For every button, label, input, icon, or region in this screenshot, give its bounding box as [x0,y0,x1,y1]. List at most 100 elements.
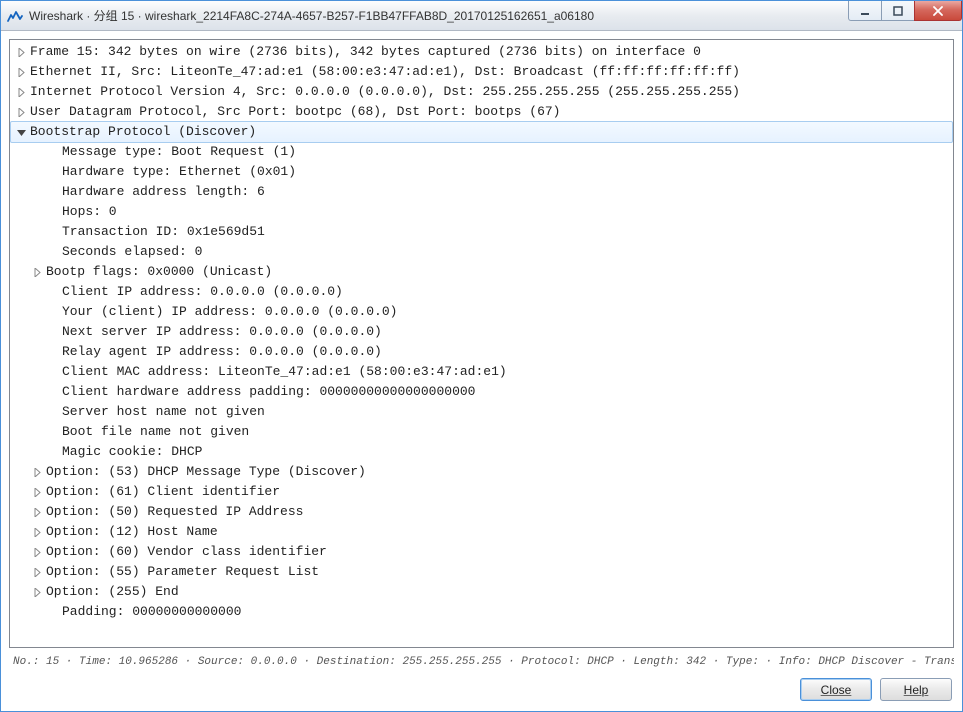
expand-icon[interactable] [30,465,44,479]
spacer [46,305,60,319]
tree-magic[interactable]: Magic cookie: DHCP [10,442,953,462]
tree-label: Hops: 0 [62,202,117,222]
tree-label: Option: (55) Parameter Request List [46,562,319,582]
spacer [46,425,60,439]
tree-label: Internet Protocol Version 4, Src: 0.0.0.… [30,82,740,102]
tree-relay[interactable]: Relay agent IP address: 0.0.0.0 (0.0.0.0… [10,342,953,362]
tree-opt60[interactable]: Option: (60) Vendor class identifier [10,542,953,562]
collapse-icon[interactable] [14,125,28,139]
spacer [46,365,60,379]
tree-label: Client MAC address: LiteonTe_47:ad:e1 (5… [62,362,507,382]
spacer [46,185,60,199]
tree-opt12[interactable]: Option: (12) Host Name [10,522,953,542]
tree-label: Transaction ID: 0x1e569d51 [62,222,265,242]
spacer [46,285,60,299]
tree-label: Bootp flags: 0x0000 (Unicast) [46,262,272,282]
tree-client-mac[interactable]: Client MAC address: LiteonTe_47:ad:e1 (5… [10,362,953,382]
expand-icon[interactable] [30,565,44,579]
app-window: Wireshark · 分组 15 · wireshark_2214FA8C-2… [0,0,963,712]
tree-your-ip[interactable]: Your (client) IP address: 0.0.0.0 (0.0.0… [10,302,953,322]
spacer [46,205,60,219]
spacer [46,165,60,179]
maximize-button[interactable] [881,1,915,21]
tree-flags[interactable]: Bootp flags: 0x0000 (Unicast) [10,262,953,282]
tree-label: Server host name not given [62,402,265,422]
spacer [46,405,60,419]
tree-hops[interactable]: Hops: 0 [10,202,953,222]
tree-opt55[interactable]: Option: (55) Parameter Request List [10,562,953,582]
tree-label: Option: (12) Host Name [46,522,218,542]
expand-icon[interactable] [30,505,44,519]
spacer [46,605,60,619]
expand-icon[interactable] [30,545,44,559]
spacer [46,345,60,359]
window-title: Wireshark · 分组 15 · wireshark_2214FA8C-2… [29,7,849,24]
packet-details-tree[interactable]: Frame 15: 342 bytes on wire (2736 bits),… [9,39,954,648]
tree-opt53[interactable]: Option: (53) DHCP Message Type (Discover… [10,462,953,482]
expand-icon[interactable] [30,485,44,499]
tree-label: Frame 15: 342 bytes on wire (2736 bits),… [30,42,701,62]
tree-label: Next server IP address: 0.0.0.0 (0.0.0.0… [62,322,382,342]
tree-opt50[interactable]: Option: (50) Requested IP Address [10,502,953,522]
tree-udp[interactable]: User Datagram Protocol, Src Port: bootpc… [10,102,953,122]
tree-label: Option: (255) End [46,582,179,602]
tree-trans-id[interactable]: Transaction ID: 0x1e569d51 [10,222,953,242]
tree-msg-type[interactable]: Message type: Boot Request (1) [10,142,953,162]
tree-label: Option: (50) Requested IP Address [46,502,303,522]
tree-label: Option: (60) Vendor class identifier [46,542,327,562]
tree-client-ip[interactable]: Client IP address: 0.0.0.0 (0.0.0.0) [10,282,953,302]
tree-label: Option: (53) DHCP Message Type (Discover… [46,462,366,482]
expand-icon[interactable] [30,585,44,599]
spacer [46,145,60,159]
tree-label: User Datagram Protocol, Src Port: bootpc… [30,102,561,122]
tree-secs[interactable]: Seconds elapsed: 0 [10,242,953,262]
tree-label: Message type: Boot Request (1) [62,142,296,162]
tree-ip[interactable]: Internet Protocol Version 4, Src: 0.0.0.… [10,82,953,102]
tree-next-server[interactable]: Next server IP address: 0.0.0.0 (0.0.0.0… [10,322,953,342]
tree-boot-file[interactable]: Boot file name not given [10,422,953,442]
close-window-button[interactable] [914,1,962,21]
tree-label: Seconds elapsed: 0 [62,242,202,262]
window-controls [849,1,962,30]
expand-icon[interactable] [14,65,28,79]
tree-hw-padding[interactable]: Client hardware address padding: 0000000… [10,382,953,402]
titlebar[interactable]: Wireshark · 分组 15 · wireshark_2214FA8C-2… [1,1,962,31]
tree-label: Ethernet II, Src: LiteonTe_47:ad:e1 (58:… [30,62,740,82]
tree-hw-len[interactable]: Hardware address length: 6 [10,182,953,202]
expand-icon[interactable] [30,265,44,279]
spacer [46,385,60,399]
spacer [46,325,60,339]
tree-opt255[interactable]: Option: (255) End [10,582,953,602]
expand-icon[interactable] [14,105,28,119]
tree-label: Hardware address length: 6 [62,182,265,202]
expand-icon[interactable] [14,45,28,59]
spacer [46,245,60,259]
spacer [46,225,60,239]
tree-label: Option: (61) Client identifier [46,482,280,502]
tree-label: Hardware type: Ethernet (0x01) [62,162,296,182]
tree-label: Padding: 00000000000000 [62,602,241,622]
tree-label: Client hardware address padding: 0000000… [62,382,475,402]
tree-bootp[interactable]: Bootstrap Protocol (Discover) [10,121,953,143]
tree-ethernet[interactable]: Ethernet II, Src: LiteonTe_47:ad:e1 (58:… [10,62,953,82]
tree-server-name[interactable]: Server host name not given [10,402,953,422]
tree-label: Client IP address: 0.0.0.0 (0.0.0.0) [62,282,343,302]
tree-label: Bootstrap Protocol (Discover) [30,122,256,142]
tree-label: Your (client) IP address: 0.0.0.0 (0.0.0… [62,302,397,322]
wireshark-icon [7,8,23,24]
expand-icon[interactable] [14,85,28,99]
tree-label: Magic cookie: DHCP [62,442,202,462]
help-button[interactable]: Help [880,678,952,701]
tree-hw-type[interactable]: Hardware type: Ethernet (0x01) [10,162,953,182]
tree-frame[interactable]: Frame 15: 342 bytes on wire (2736 bits),… [10,42,953,62]
tree-padding[interactable]: Padding: 00000000000000 [10,602,953,622]
content-area: Frame 15: 342 bytes on wire (2736 bits),… [1,31,962,711]
tree-label: Boot file name not given [62,422,249,442]
dialog-buttons: Close Help [9,672,954,703]
close-button[interactable]: Close [800,678,872,701]
tree-opt61[interactable]: Option: (61) Client identifier [10,482,953,502]
status-line: No.: 15 · Time: 10.965286 · Source: 0.0.… [9,648,954,672]
expand-icon[interactable] [30,525,44,539]
minimize-button[interactable] [848,1,882,21]
tree-label: Relay agent IP address: 0.0.0.0 (0.0.0.0… [62,342,382,362]
